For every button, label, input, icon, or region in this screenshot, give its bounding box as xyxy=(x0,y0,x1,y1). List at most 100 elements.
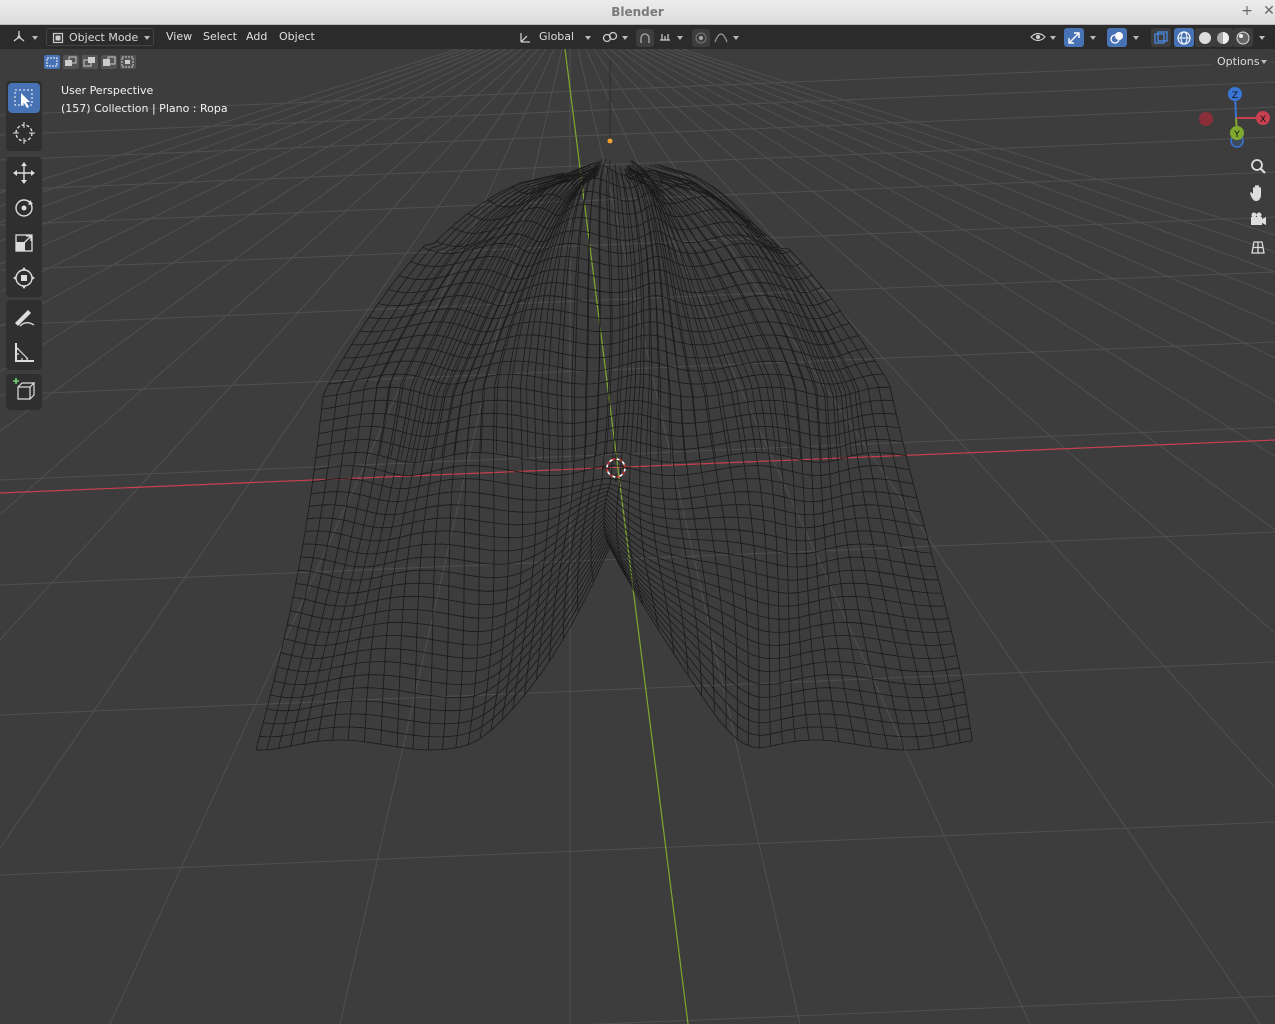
shading-solid-button[interactable] xyxy=(1195,28,1215,47)
tool-move[interactable] xyxy=(8,158,40,188)
tool-add-cube[interactable] xyxy=(8,376,40,406)
menu-object[interactable]: Object xyxy=(279,28,315,46)
select-mode-subtract[interactable] xyxy=(82,55,98,69)
snap-magnet-icon xyxy=(640,33,650,43)
eye-icon xyxy=(1030,32,1046,42)
falloff-curve-icon xyxy=(714,33,728,43)
3d-viewport[interactable]: Options User Perspective (157) Collectio… xyxy=(0,49,1275,1024)
window-titlebar: Blender + ✕ xyxy=(0,0,1275,25)
proportional-falloff-dropdown[interactable] xyxy=(712,28,742,46)
shading-wireframe-button[interactable] xyxy=(1174,28,1194,47)
window-title: Blender xyxy=(611,5,664,19)
snap-toggle[interactable] xyxy=(636,29,654,47)
material-sphere-icon xyxy=(1217,32,1229,44)
scale-icon xyxy=(15,234,33,252)
rendered-sphere-icon xyxy=(1236,31,1250,45)
tool-scale[interactable] xyxy=(8,228,40,258)
object-info-label: (157) Collection | Plano : Ropa xyxy=(61,102,228,115)
gizmo-arrow-icon xyxy=(1068,32,1080,44)
menu-select[interactable]: Select xyxy=(203,28,237,46)
view-name-label: User Perspective xyxy=(61,84,154,97)
tool-select-box[interactable] xyxy=(8,83,40,113)
shading-material-button[interactable] xyxy=(1213,28,1233,47)
chevron-down-icon xyxy=(585,36,591,40)
measure-icon xyxy=(15,343,34,362)
navigation-gizmo[interactable]: Y X Z xyxy=(1195,81,1275,151)
select-mode-new[interactable] xyxy=(44,55,60,69)
menu-view[interactable]: View xyxy=(166,28,192,46)
transform-icon xyxy=(13,267,35,289)
chevron-down-icon xyxy=(622,36,628,40)
mode-dropdown[interactable]: Object Mode xyxy=(46,28,154,46)
add-cube-icon xyxy=(13,378,36,400)
annotate-icon xyxy=(15,310,35,327)
rotate-icon xyxy=(15,199,33,217)
close-icon[interactable]: ✕ xyxy=(1262,3,1275,19)
camera-view-button[interactable] xyxy=(1245,208,1271,232)
select-intersect-icon xyxy=(121,56,134,68)
light-origin-dot[interactable] xyxy=(607,138,613,144)
select-invert-icon xyxy=(103,56,116,66)
gizmo-y-label: Y xyxy=(1233,130,1240,140)
chevron-down-icon xyxy=(677,36,683,40)
chevron-down-icon xyxy=(32,36,38,40)
proportional-edit-icon xyxy=(695,32,707,44)
tool-annotate[interactable] xyxy=(8,302,40,332)
tool-cursor[interactable] xyxy=(8,118,40,148)
select-mode-extend[interactable] xyxy=(63,55,79,69)
zoom-icon xyxy=(1251,159,1266,174)
transform-orientation-dropdown[interactable]: Global xyxy=(515,28,595,46)
pivot-point-dropdown[interactable] xyxy=(600,28,632,46)
orientation-label: Global xyxy=(539,30,575,43)
object-mode-icon xyxy=(52,32,64,44)
options-dropdown[interactable]: Options xyxy=(1211,53,1271,71)
cursor-icon xyxy=(13,122,35,144)
solid-sphere-icon xyxy=(1199,32,1211,44)
select-mode-intersect[interactable] xyxy=(120,55,136,69)
tool-rotate[interactable] xyxy=(8,193,40,223)
viewport-header: Object Mode View Select Add Object Globa… xyxy=(0,25,1275,49)
gizmo-neg-x[interactable] xyxy=(1199,112,1213,126)
pan-view-button[interactable] xyxy=(1245,181,1271,205)
chevron-down-icon xyxy=(144,36,150,40)
maximize-icon[interactable]: + xyxy=(1240,3,1254,19)
scene-canvas[interactable] xyxy=(0,49,1275,1024)
chevron-down-icon xyxy=(733,36,739,40)
select-extend-icon xyxy=(65,56,77,66)
x-axis-line xyxy=(0,439,1275,494)
xray-toggle[interactable] xyxy=(1151,28,1171,47)
select-box-icon xyxy=(14,89,33,108)
overlays-toggle[interactable] xyxy=(1107,28,1127,47)
gizmo-z-label: Z xyxy=(1232,91,1238,101)
snap-increment-icon xyxy=(660,34,670,41)
chevron-down-icon xyxy=(1090,36,1096,40)
gizmo-toggle[interactable] xyxy=(1064,28,1084,47)
wireframe-sphere-icon xyxy=(1177,31,1191,45)
chevron-down-icon xyxy=(1261,60,1267,64)
3d-cursor-icon[interactable] xyxy=(602,454,630,482)
gizmo-dropdown[interactable] xyxy=(1085,28,1101,46)
tool-measure[interactable] xyxy=(8,337,40,367)
select-subtract-icon xyxy=(83,57,95,67)
orientation-axes-icon xyxy=(520,33,530,43)
chevron-down-icon xyxy=(1050,36,1056,40)
move-icon xyxy=(13,162,35,184)
proportional-edit-toggle[interactable] xyxy=(692,29,710,47)
options-label: Options xyxy=(1217,55,1260,68)
ortho-grid-icon xyxy=(1251,241,1265,254)
shading-rendered-button[interactable] xyxy=(1233,28,1253,47)
select-new-icon xyxy=(46,57,58,67)
snap-target-dropdown[interactable] xyxy=(656,28,686,46)
overlays-dropdown[interactable] xyxy=(1128,28,1144,46)
xray-icon xyxy=(1154,31,1168,44)
object-visibility-dropdown[interactable] xyxy=(1028,28,1058,46)
tool-transform[interactable] xyxy=(8,263,40,293)
shading-dropdown[interactable] xyxy=(1254,28,1270,46)
select-mode-invert[interactable] xyxy=(101,55,117,69)
editor-type-dropdown[interactable] xyxy=(8,28,40,46)
zoom-view-button[interactable] xyxy=(1245,154,1271,178)
overlay-circles-icon xyxy=(1110,32,1123,44)
ortho-toggle-button[interactable] xyxy=(1245,235,1271,259)
pivot-icon xyxy=(602,31,618,43)
menu-add[interactable]: Add xyxy=(246,28,267,46)
